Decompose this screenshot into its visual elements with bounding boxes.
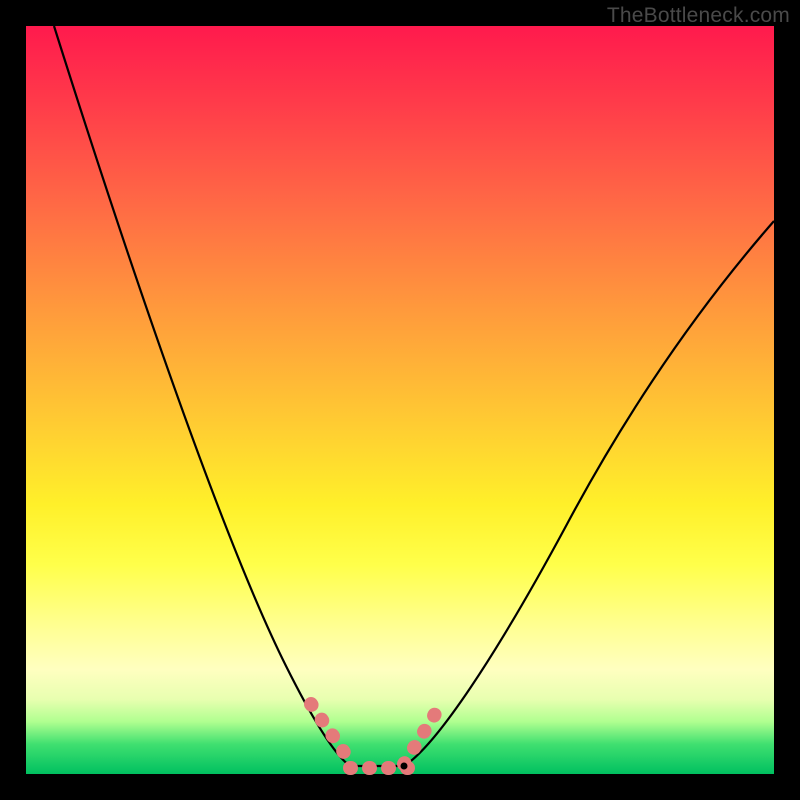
bottleneck-curve — [26, 26, 774, 774]
marker-left — [311, 704, 352, 764]
curve-right — [404, 221, 774, 766]
min-point — [401, 763, 408, 770]
watermark-text: TheBottleneck.com — [607, 4, 790, 28]
curve-left — [54, 26, 350, 766]
trough-markers — [311, 704, 440, 768]
